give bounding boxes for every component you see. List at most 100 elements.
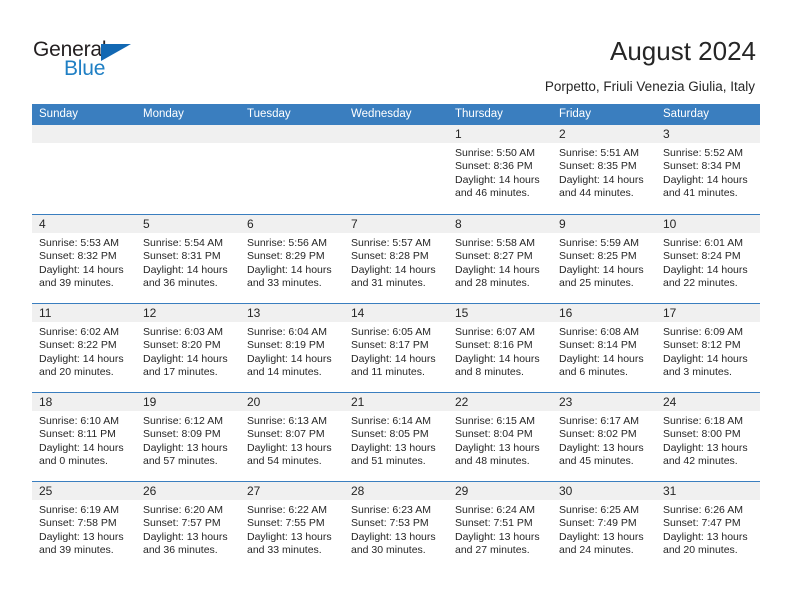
day-number: 16: [559, 306, 573, 320]
calendar-day-cell[interactable]: 12 Sunrise: 6:03 AM Sunset: 8:20 PM Dayligh…: [136, 304, 240, 392]
day-number-band: 11: [32, 304, 136, 322]
weekday-header-saturday: Saturday: [663, 108, 710, 120]
sunset-line: Sunset: 7:53 PM: [351, 517, 429, 530]
day-sun-info: Sunrise: 5:51 AM Sunset: 8:35 PM Daylight:…: [552, 143, 656, 201]
calendar-day-cell[interactable]: 24 Sunrise: 6:18 AM Sunset: 8:00 PM Dayligh…: [656, 393, 760, 481]
sunset-line: Sunset: 8:05 PM: [351, 428, 429, 441]
daylight-line-1: Daylight: 13 hours: [39, 530, 124, 543]
sunset-line: Sunset: 8:12 PM: [663, 339, 741, 352]
calendar-day-cell[interactable]: 31 Sunrise: 6:26 AM Sunset: 7:47 PM Dayligh…: [656, 482, 760, 570]
daylight-line-2: and 51 minutes.: [351, 455, 426, 468]
day-sun-info: Sunrise: 6:08 AM Sunset: 8:14 PM Daylight:…: [552, 322, 656, 380]
page-header: General Blue August 2024 Porpetto, Friul…: [0, 0, 792, 100]
sunset-line: Sunset: 8:16 PM: [455, 339, 533, 352]
calendar-weeks: 1 Sunrise: 5:50 AM Sunset: 8:36 PM Daylight…: [32, 125, 760, 570]
sunrise-line: Sunrise: 6:14 AM: [351, 415, 431, 427]
day-number: 12: [143, 306, 157, 320]
calendar-day-cell[interactable]: 19 Sunrise: 6:12 AM Sunset: 8:09 PM Dayligh…: [136, 393, 240, 481]
calendar-day-cell[interactable]: 5 Sunrise: 5:54 AM Sunset: 8:31 PM Daylight…: [136, 215, 240, 303]
daylight-line-1: Daylight: 13 hours: [559, 530, 644, 543]
sunset-line: Sunset: 7:47 PM: [663, 517, 741, 530]
sunset-line: Sunset: 8:00 PM: [663, 428, 741, 441]
day-number-band: 23: [552, 393, 656, 411]
sunrise-line: Sunrise: 6:08 AM: [559, 326, 639, 338]
daylight-line-1: Daylight: 13 hours: [351, 441, 436, 454]
daylight-line-2: and 8 minutes.: [455, 366, 524, 379]
day-sun-info: Sunrise: 6:14 AM Sunset: 8:05 PM Daylight:…: [344, 411, 448, 469]
calendar-day-cell[interactable]: 7 Sunrise: 5:57 AM Sunset: 8:28 PM Daylight…: [344, 215, 448, 303]
daylight-line-1: Daylight: 14 hours: [247, 352, 332, 365]
sunset-line: Sunset: 8:17 PM: [351, 339, 429, 352]
calendar-day-cell[interactable]: 15 Sunrise: 6:07 AM Sunset: 8:16 PM Dayligh…: [448, 304, 552, 392]
sunrise-line: Sunrise: 5:56 AM: [247, 237, 327, 249]
day-sun-info: Sunrise: 5:54 AM Sunset: 8:31 PM Daylight:…: [136, 233, 240, 291]
day-number-band: 14: [344, 304, 448, 322]
daylight-line-1: Daylight: 14 hours: [351, 352, 436, 365]
daylight-line-1: Daylight: 14 hours: [39, 263, 124, 276]
day-number: 25: [39, 484, 53, 498]
calendar-day-cell[interactable]: 29 Sunrise: 6:24 AM Sunset: 7:51 PM Dayligh…: [448, 482, 552, 570]
sunrise-line: Sunrise: 6:13 AM: [247, 415, 327, 427]
calendar-day-cell[interactable]: 26 Sunrise: 6:20 AM Sunset: 7:57 PM Dayligh…: [136, 482, 240, 570]
calendar-day-cell[interactable]: 2 Sunrise: 5:51 AM Sunset: 8:35 PM Daylight…: [552, 125, 656, 214]
calendar-day-cell[interactable]: 9 Sunrise: 5:59 AM Sunset: 8:25 PM Daylight…: [552, 215, 656, 303]
calendar-day-cell[interactable]: 16 Sunrise: 6:08 AM Sunset: 8:14 PM Dayligh…: [552, 304, 656, 392]
calendar-day-cell[interactable]: 21 Sunrise: 6:14 AM Sunset: 8:05 PM Dayligh…: [344, 393, 448, 481]
sunrise-line: Sunrise: 6:01 AM: [663, 237, 743, 249]
general-blue-logo[interactable]: General Blue: [33, 38, 163, 84]
sunrise-line: Sunrise: 6:24 AM: [455, 504, 535, 516]
day-number: 27: [247, 484, 261, 498]
calendar-day-cell-empty: [344, 125, 448, 214]
day-number: 31: [663, 484, 677, 498]
calendar-day-cell[interactable]: 11 Sunrise: 6:02 AM Sunset: 8:22 PM Dayligh…: [32, 304, 136, 392]
calendar-day-cell[interactable]: 10 Sunrise: 6:01 AM Sunset: 8:24 PM Dayligh…: [656, 215, 760, 303]
calendar-day-cell[interactable]: 28 Sunrise: 6:23 AM Sunset: 7:53 PM Dayligh…: [344, 482, 448, 570]
day-sun-info: Sunrise: 6:26 AM Sunset: 7:47 PM Daylight:…: [656, 500, 760, 558]
calendar-day-cell[interactable]: 27 Sunrise: 6:22 AM Sunset: 7:55 PM Dayligh…: [240, 482, 344, 570]
calendar-day-cell[interactable]: 23 Sunrise: 6:17 AM Sunset: 8:02 PM Dayligh…: [552, 393, 656, 481]
sunset-line: Sunset: 8:07 PM: [247, 428, 325, 441]
calendar-day-cell[interactable]: 8 Sunrise: 5:58 AM Sunset: 8:27 PM Daylight…: [448, 215, 552, 303]
sunset-line: Sunset: 7:57 PM: [143, 517, 221, 530]
day-sun-info: Sunrise: 5:56 AM Sunset: 8:29 PM Daylight:…: [240, 233, 344, 291]
calendar-day-cell[interactable]: 1 Sunrise: 5:50 AM Sunset: 8:36 PM Daylight…: [448, 125, 552, 214]
daylight-line-1: Daylight: 13 hours: [143, 530, 228, 543]
sunrise-line: Sunrise: 5:59 AM: [559, 237, 639, 249]
sunset-line: Sunset: 8:35 PM: [559, 160, 637, 173]
calendar-week-row: 25 Sunrise: 6:19 AM Sunset: 7:58 PM Dayligh…: [32, 481, 760, 570]
daylight-line-1: Daylight: 13 hours: [559, 441, 644, 454]
daylight-line-2: and 31 minutes.: [351, 277, 426, 290]
day-sun-info: Sunrise: 5:57 AM Sunset: 8:28 PM Daylight:…: [344, 233, 448, 291]
sunset-line: Sunset: 7:58 PM: [39, 517, 117, 530]
calendar-day-cell[interactable]: 22 Sunrise: 6:15 AM Sunset: 8:04 PM Dayligh…: [448, 393, 552, 481]
calendar-day-cell[interactable]: 30 Sunrise: 6:25 AM Sunset: 7:49 PM Dayligh…: [552, 482, 656, 570]
daylight-line-2: and 39 minutes.: [39, 277, 114, 290]
day-number-band: 20: [240, 393, 344, 411]
calendar-day-cell[interactable]: 6 Sunrise: 5:56 AM Sunset: 8:29 PM Daylight…: [240, 215, 344, 303]
calendar-day-cell[interactable]: 17 Sunrise: 6:09 AM Sunset: 8:12 PM Dayligh…: [656, 304, 760, 392]
day-number: 4: [39, 217, 46, 231]
day-number-band: 13: [240, 304, 344, 322]
daylight-line-2: and 46 minutes.: [455, 187, 530, 200]
day-sun-info: [344, 143, 448, 147]
daylight-line-1: Daylight: 13 hours: [143, 441, 228, 454]
calendar-day-cell[interactable]: 3 Sunrise: 5:52 AM Sunset: 8:34 PM Daylight…: [656, 125, 760, 214]
day-number-band: 26: [136, 482, 240, 500]
weekday-header-wednesday: Wednesday: [351, 108, 412, 120]
day-number: 23: [559, 395, 573, 409]
day-sun-info: [32, 143, 136, 147]
calendar-day-cell[interactable]: 25 Sunrise: 6:19 AM Sunset: 7:58 PM Dayligh…: [32, 482, 136, 570]
calendar-day-cell[interactable]: 20 Sunrise: 6:13 AM Sunset: 8:07 PM Dayligh…: [240, 393, 344, 481]
sunrise-line: Sunrise: 6:26 AM: [663, 504, 743, 516]
calendar-day-cell[interactable]: 14 Sunrise: 6:05 AM Sunset: 8:17 PM Dayligh…: [344, 304, 448, 392]
calendar-day-cell[interactable]: 13 Sunrise: 6:04 AM Sunset: 8:19 PM Dayligh…: [240, 304, 344, 392]
daylight-line-1: Daylight: 14 hours: [663, 173, 748, 186]
day-number-band: [32, 125, 136, 143]
calendar-day-cell[interactable]: 18 Sunrise: 6:10 AM Sunset: 8:11 PM Dayligh…: [32, 393, 136, 481]
daylight-line-1: Daylight: 14 hours: [455, 263, 540, 276]
daylight-line-2: and 48 minutes.: [455, 455, 530, 468]
daylight-line-1: Daylight: 14 hours: [143, 352, 228, 365]
calendar-day-cell[interactable]: 4 Sunrise: 5:53 AM Sunset: 8:32 PM Daylight…: [32, 215, 136, 303]
day-number: 14: [351, 306, 365, 320]
daylight-line-1: Daylight: 14 hours: [455, 352, 540, 365]
